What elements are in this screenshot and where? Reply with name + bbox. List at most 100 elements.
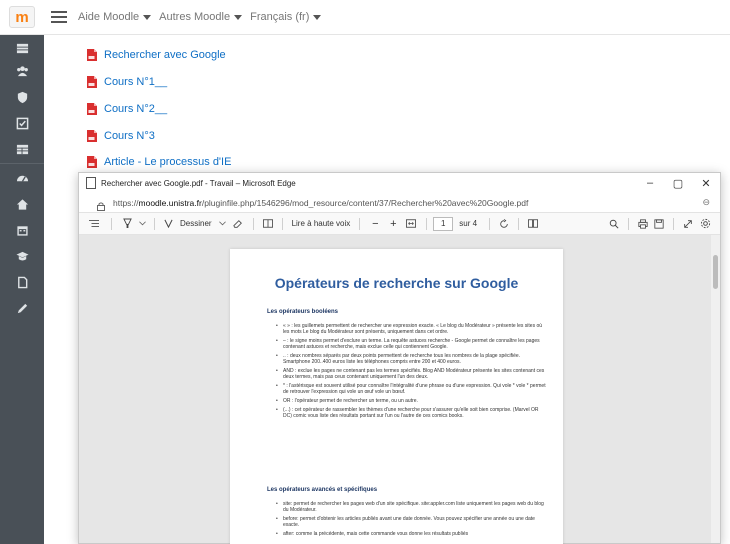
two-page-icon[interactable] xyxy=(525,212,541,235)
file-icon[interactable] xyxy=(0,269,44,295)
section-list-booleans: « » : les guillemets permettent de reche… xyxy=(276,323,546,422)
page-count-label: sur 4 xyxy=(459,219,478,228)
list-item: AND : exclue les pages ne contenant pas … xyxy=(276,368,546,381)
zoom-out-label: − xyxy=(372,217,379,230)
list-item: « » : les guillemets permettent de reche… xyxy=(276,323,546,336)
chevron-down-icon xyxy=(143,14,152,20)
tachometer-icon[interactable] xyxy=(0,165,44,191)
pdf-icon xyxy=(86,129,98,143)
highlight-icon[interactable] xyxy=(118,212,136,235)
toolbar-separator xyxy=(628,217,629,230)
url-prefix: https:// xyxy=(113,197,139,208)
pdf-icon xyxy=(86,48,98,62)
read-aloud-button[interactable]: Lire à haute voix xyxy=(289,212,354,235)
toolbar-separator xyxy=(252,217,254,230)
zoom-in-label: + xyxy=(390,217,397,230)
menu-aide-moodle[interactable]: Aide Moodle xyxy=(78,11,152,23)
list-item: before: permet d'obtenir les articles pu… xyxy=(276,516,546,529)
document-icon xyxy=(86,177,96,189)
pdf-icon xyxy=(86,155,98,169)
print-icon[interactable] xyxy=(635,212,651,235)
pdf-title: Opérateurs de recherche sur Google xyxy=(274,275,519,291)
chevron-down-icon[interactable] xyxy=(217,212,229,235)
list-item: – : le signe moins permet d'exclure un t… xyxy=(276,338,546,351)
lock-icon[interactable] xyxy=(97,198,105,211)
toolbar-separator xyxy=(111,217,112,230)
page-count: sur 4 xyxy=(453,212,483,235)
calendar-icon[interactable] xyxy=(0,217,44,243)
graduation-cap-icon[interactable] xyxy=(0,243,44,269)
menu-autres-moodle[interactable]: Autres Moodle xyxy=(159,11,243,23)
sidebar-divider xyxy=(0,163,44,164)
course-link-cours1[interactable]: Cours N°1__ xyxy=(86,75,167,89)
shield-icon[interactable] xyxy=(0,84,44,110)
page-view-icon[interactable] xyxy=(260,212,276,235)
scrollbar-thumb[interactable] xyxy=(713,255,718,289)
toolbar-separator xyxy=(489,217,491,230)
list-item: * : l'astérisque est souvent utilisé pou… xyxy=(276,383,546,396)
edge-titlebar[interactable]: Rechercher avec Google.pdf - Travail – M… xyxy=(79,173,720,193)
fit-page-icon[interactable] xyxy=(402,212,420,235)
vertical-scrollbar[interactable] xyxy=(711,235,720,543)
course-label: Cours N°1__ xyxy=(104,76,168,88)
list-item: site: permet de rechercher les pages web… xyxy=(276,501,546,514)
menu-autres-moodle-label: Autres Moodle xyxy=(159,11,231,23)
hamburger-menu-icon[interactable] xyxy=(51,11,67,23)
course-link-rechercher[interactable]: Rechercher avec Google xyxy=(86,48,226,62)
zoom-icon[interactable]: ⊖ xyxy=(702,197,710,208)
menu-language-label: Français (fr) xyxy=(250,11,310,23)
users-icon[interactable] xyxy=(0,58,44,84)
list-item: after: comme la précédente, mais cette c… xyxy=(276,531,546,538)
window-controls: – ▢ ✕ xyxy=(636,173,720,193)
list-item: .. : deux nombres séparés par deux point… xyxy=(276,353,546,366)
course-link-article[interactable]: Article - Le processus d'IE xyxy=(86,155,231,169)
logo-cell[interactable]: m xyxy=(0,0,44,35)
draw-icon[interactable] xyxy=(161,212,175,235)
list-item: (...) : cet opérateur de rassembler les … xyxy=(276,407,546,420)
rotate-icon[interactable] xyxy=(496,212,512,235)
course-link-cours2[interactable]: Cours N°2__ xyxy=(86,102,167,116)
toolbar-separator xyxy=(154,217,155,230)
menu-aide-moodle-label: Aide Moodle xyxy=(78,11,140,23)
expand-icon[interactable] xyxy=(680,212,696,235)
list-item: OR : l'opérateur permet de rechercher un… xyxy=(276,398,546,405)
table-icon[interactable] xyxy=(0,136,44,162)
draw-label: Dessiner xyxy=(180,219,212,228)
section-heading-booleans: Les opérateurs booléens xyxy=(267,309,339,315)
course-label: Cours N°3 xyxy=(104,130,155,142)
search-icon[interactable] xyxy=(606,212,622,235)
zoom-in-button[interactable]: + xyxy=(384,212,402,235)
pdf-icon xyxy=(86,102,98,116)
eraser-icon[interactable] xyxy=(229,212,247,235)
menu-language[interactable]: Français (fr) xyxy=(250,11,322,23)
page-number-input[interactable]: 1 xyxy=(433,216,454,231)
minimize-button[interactable]: – xyxy=(636,173,664,193)
pdf-page: Opérateurs de recherche sur Google Les o… xyxy=(230,249,563,544)
chevron-down-icon[interactable] xyxy=(136,212,148,235)
left-sidebar xyxy=(0,35,44,544)
save-icon[interactable] xyxy=(651,212,667,235)
moodle-logo[interactable]: m xyxy=(9,6,35,28)
course-link-cours3[interactable]: Cours N°3 xyxy=(86,129,155,143)
contents-icon[interactable] xyxy=(83,212,105,235)
toolbar-separator xyxy=(426,217,428,230)
maximize-button[interactable]: ▢ xyxy=(664,173,692,193)
checklist-icon[interactable] xyxy=(0,110,44,136)
close-button[interactable]: ✕ xyxy=(692,173,720,193)
course-label: Rechercher avec Google xyxy=(104,49,226,61)
url-path: /pluginfile.php/1546296/mod_resource/con… xyxy=(201,197,529,208)
draw-button[interactable]: Dessiner xyxy=(175,212,217,235)
read-aloud-label: Lire à haute voix xyxy=(291,219,351,228)
window-title: Rechercher avec Google.pdf - Travail – M… xyxy=(101,178,296,188)
settings-gear-icon[interactable] xyxy=(696,212,714,235)
home-icon[interactable] xyxy=(0,191,44,217)
address-bar[interactable]: https://moodle.unistra.fr/pluginfile.php… xyxy=(79,193,720,212)
page-number: 1 xyxy=(441,219,446,228)
toolbar-separator xyxy=(281,217,283,230)
url-host: moodle.unistra.fr xyxy=(138,197,202,208)
url-text[interactable]: https://moodle.unistra.fr/pluginfile.php… xyxy=(113,198,528,208)
course-label: Cours N°2__ xyxy=(104,103,168,115)
pencil-icon[interactable] xyxy=(0,295,44,321)
section-heading-advanced: Les opérateurs avancés et spécifiques xyxy=(267,487,378,493)
zoom-out-button[interactable]: − xyxy=(366,212,384,235)
